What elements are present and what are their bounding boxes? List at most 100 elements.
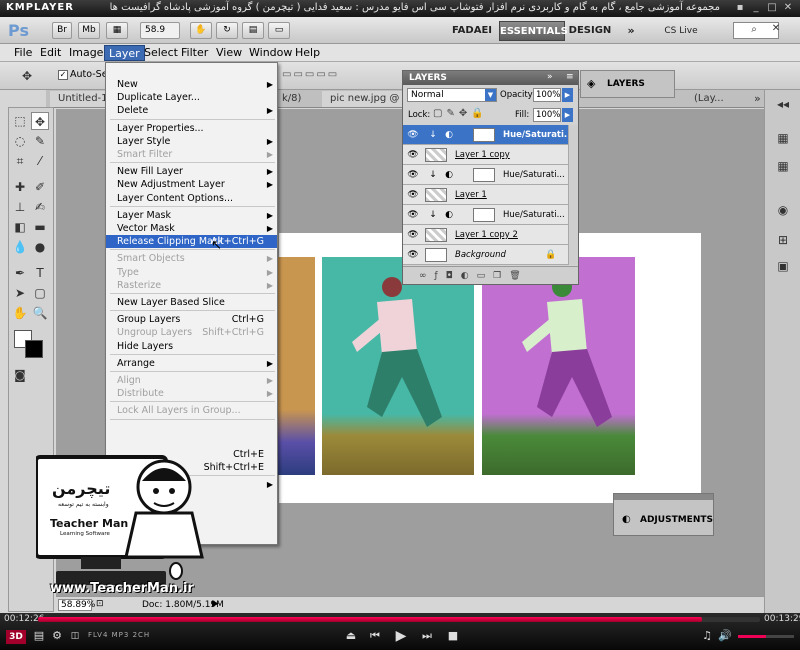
move-tool-preset-icon[interactable]: ✥: [18, 67, 36, 85]
zoom-tool-icon[interactable]: 🔍: [31, 304, 49, 322]
volume-slider[interactable]: [738, 635, 794, 638]
lasso-tool-icon[interactable]: ◌: [11, 132, 29, 150]
close-icon[interactable]: ✕: [782, 2, 794, 14]
eject-icon[interactable]: ⏏: [344, 629, 358, 643]
layer-menu-item[interactable]: Delete ▶: [106, 104, 277, 117]
next-icon[interactable]: ⏭: [420, 629, 434, 643]
layer-row[interactable]: 👁 Layer 1: [403, 185, 568, 205]
dock-collapse-icon[interactable]: ◂◂: [771, 94, 795, 114]
layer-thumbnail[interactable]: [425, 228, 447, 242]
layer-row[interactable]: 👁 ↓ ◐ Hue/Saturati...: [403, 165, 568, 185]
layer-menu-item[interactable]: Rasterize ▶: [106, 279, 277, 292]
fill-field[interactable]: 100%: [533, 108, 561, 122]
settings-icon[interactable]: ⚙: [50, 629, 64, 643]
layer-row[interactable]: 👁 Layer 1 copy: [403, 145, 568, 165]
mask-thumbnail[interactable]: [473, 168, 495, 182]
path-select-tool-icon[interactable]: ➤: [11, 284, 29, 302]
cs-live-button[interactable]: CS Live: [654, 21, 708, 41]
stamp-tool-icon[interactable]: ⊥: [11, 198, 29, 216]
type-tool-icon[interactable]: T: [31, 264, 49, 282]
eye-icon[interactable]: 👁: [407, 189, 419, 201]
workspace-fadaei[interactable]: FADAEI: [448, 21, 496, 41]
pen-tool-icon[interactable]: ✒: [11, 264, 29, 282]
background-color-swatch[interactable]: [25, 340, 43, 358]
layer-row[interactable]: 👁 ↓ ◐ Hue/Saturati...: [403, 125, 574, 145]
shape-tool-icon[interactable]: ▢: [31, 284, 49, 302]
menu-window[interactable]: Window: [245, 45, 296, 61]
previous-icon[interactable]: ⏮: [368, 629, 382, 643]
eye-icon[interactable]: 👁: [407, 229, 419, 241]
blur-tool-icon[interactable]: 💧: [11, 238, 29, 256]
stop-icon[interactable]: ■: [446, 629, 460, 643]
eye-icon[interactable]: 👁: [407, 209, 419, 221]
layer-menu-item[interactable]: New Adjustment Layer ▶: [106, 178, 277, 191]
layer-menu-item[interactable]: Vector Mask ▶: [106, 222, 277, 235]
layer-menu-item[interactable]: Smart Filter ▶: [106, 148, 277, 161]
dock-mini-bridge-icon[interactable]: ▣: [771, 256, 795, 276]
ps-close-icon[interactable]: ✕: [770, 23, 782, 35]
capture-icon[interactable]: ◫: [66, 629, 84, 643]
blend-mode-select[interactable]: Normal ▼: [407, 88, 497, 102]
layer-menu-item[interactable]: New Fill Layer ▶: [106, 165, 277, 178]
layer-row[interactable]: 👁 Background 🔒: [403, 245, 568, 265]
sound-settings-icon[interactable]: ♫: [700, 629, 714, 643]
opacity-slider-icon[interactable]: ▶: [562, 88, 573, 102]
dock-styles-icon[interactable]: ◉: [771, 200, 795, 220]
dock-color-icon[interactable]: ▦: [771, 128, 795, 148]
menu-image[interactable]: Image: [65, 45, 107, 61]
minimize-icon[interactable]: _: [750, 2, 762, 14]
layer-row[interactable]: 👁 ↓ ◐ Hue/Saturati...: [403, 205, 568, 225]
layer-menu-item[interactable]: Ungroup Layers Shift+Ctrl+G: [106, 326, 277, 339]
menu-filter[interactable]: Filter: [177, 45, 212, 61]
view-extras-button[interactable]: ▦: [106, 22, 128, 39]
brush-tool-icon[interactable]: ✐: [31, 178, 49, 196]
layer-menu-item[interactable]: Layer Properties...: [106, 122, 277, 135]
bridge-button[interactable]: Br: [52, 22, 72, 39]
eye-icon[interactable]: 👁: [407, 169, 419, 181]
adjustments-dock-button[interactable]: ◐ ADJUSTMENTS: [613, 493, 714, 536]
menu-edit[interactable]: Edit: [36, 45, 65, 61]
3d-icon[interactable]: 3D: [6, 630, 26, 644]
zoom-select[interactable]: 58.9: [140, 22, 180, 39]
arrange-docs-button[interactable]: ▤: [242, 22, 264, 39]
marquee-tool-icon[interactable]: ⬚: [11, 112, 29, 130]
layer-menu-item[interactable]: Smart Objects ▶: [106, 252, 277, 265]
tab-doc-2[interactable]: k/8): [274, 91, 309, 107]
healing-tool-icon[interactable]: ✚: [11, 178, 29, 196]
workspace-essentials[interactable]: ESSENTIALS: [499, 21, 568, 41]
crop-tool-icon[interactable]: ⌗: [11, 152, 29, 170]
gradient-tool-icon[interactable]: ▬: [31, 218, 49, 236]
layers-menu-icon[interactable]: ≡: [566, 72, 574, 82]
screen-mode-button[interactable]: ▭: [268, 22, 290, 39]
layers-footer-buttons[interactable]: ∞ƒ◘◐▭❐🗑: [403, 266, 578, 284]
menu-select[interactable]: Select: [140, 45, 182, 61]
mask-thumbnail[interactable]: [473, 128, 495, 142]
menu-help[interactable]: Help: [291, 45, 324, 61]
hand-view-button[interactable]: ✋: [190, 22, 212, 39]
fill-slider-icon[interactable]: ▶: [562, 108, 573, 122]
search-icon[interactable]: ⌕: [748, 24, 760, 36]
rotate-view-button[interactable]: ↻: [216, 22, 238, 39]
menu-layer[interactable]: Layer: [104, 45, 145, 61]
layer-menu-item[interactable]: Lock All Layers in Group...: [106, 404, 277, 417]
lock-buttons-icon[interactable]: ▢✎✥🔒: [433, 108, 488, 119]
layer-menu-item[interactable]: Group Layers Ctrl+G: [106, 313, 277, 326]
layer-menu-item[interactable]: Duplicate Layer...: [106, 91, 277, 104]
seek-bar[interactable]: [38, 617, 760, 622]
layer-row[interactable]: 👁 Layer 1 copy 2: [403, 225, 568, 245]
workspace-more-icon[interactable]: »: [624, 21, 638, 41]
dock-swatches-icon[interactable]: ▦: [771, 156, 795, 176]
layer-thumbnail[interactable]: [425, 188, 447, 202]
layers-scrollbar[interactable]: [568, 125, 578, 265]
auto-select-checkbox[interactable]: ✓: [58, 70, 68, 80]
layer-menu-item[interactable]: Layer Content Options...: [106, 192, 277, 205]
mask-thumbnail[interactable]: [473, 208, 495, 222]
layer-menu-item[interactable]: [106, 435, 277, 448]
workspace-design[interactable]: DESIGN: [568, 21, 612, 41]
playlist-icon[interactable]: ▤: [32, 629, 46, 643]
eraser-tool-icon[interactable]: ◧: [11, 218, 29, 236]
layer-menu-item[interactable]: New Layer Based Slice: [106, 296, 277, 309]
layer-menu-item[interactable]: Layer Mask ▶: [106, 209, 277, 222]
eye-icon[interactable]: 👁: [407, 249, 419, 261]
move-tool-icon[interactable]: ✥: [31, 112, 49, 130]
